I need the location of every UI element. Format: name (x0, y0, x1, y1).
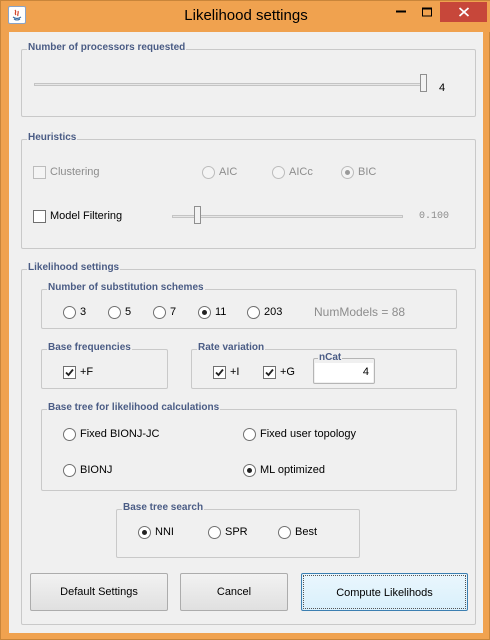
checkmark-icon (215, 368, 224, 377)
num-models-label: NumModels = 88 (314, 305, 406, 319)
filter-value: 0.100 (419, 211, 450, 222)
likelihood-settings-group: Likelihood settings Number of substituti… (21, 262, 476, 625)
scheme-7-label: 7 (170, 306, 177, 318)
processors-legend: Number of processors requested (27, 42, 187, 53)
likelihood-settings-window: Likelihood settings Number of processors… (0, 0, 490, 640)
model-filtering-checkbox[interactable] (33, 210, 46, 223)
plus-f-label: +F (80, 366, 94, 378)
plus-g-checkbox[interactable] (263, 366, 276, 379)
tree-search-group: Base tree search NNI SPR Best (116, 502, 360, 558)
processors-slider-track[interactable] (34, 83, 427, 86)
rate-variation-legend: Rate variation (197, 342, 266, 353)
compute-likelihoods-button[interactable]: Compute Likelihods (301, 573, 468, 611)
fixed-bionj-jc-label: Fixed BIONJ-JC (80, 428, 160, 440)
ml-optimized-label: ML optimized (260, 464, 326, 476)
maximize-button[interactable] (414, 2, 440, 22)
scheme-203-radio[interactable] (247, 306, 260, 319)
aic-label: AIC (219, 166, 238, 178)
ncat-input[interactable]: 4 (315, 363, 373, 382)
ml-optimized-radio[interactable] (243, 464, 256, 477)
base-frequencies-group: Base frequencies +F (41, 342, 168, 389)
spr-label: SPR (225, 526, 248, 538)
minimize-button[interactable] (387, 2, 414, 22)
cancel-button[interactable]: Cancel (180, 573, 288, 611)
scheme-5-label: 5 (125, 306, 132, 318)
checkmark-icon (265, 368, 274, 377)
minimize-icon (395, 10, 406, 13)
maximize-icon (422, 7, 432, 17)
bic-label: BIC (358, 166, 377, 178)
plus-g-label: +G (280, 366, 295, 378)
nni-radio[interactable] (138, 526, 151, 539)
fixed-user-topology-label: Fixed user topology (260, 428, 356, 440)
plus-f-checkbox[interactable] (63, 366, 76, 379)
tree-search-legend: Base tree search (122, 502, 205, 513)
substitution-schemes-group: Number of substitution schemes 3 5 7 11 … (41, 282, 457, 329)
ncat-group: nCat 4 (313, 352, 375, 384)
bionj-label: BIONJ (80, 464, 113, 476)
clustering-label: Clustering (50, 166, 100, 178)
plus-i-label: +I (230, 366, 240, 378)
base-frequencies-legend: Base frequencies (47, 342, 132, 353)
default-settings-button[interactable]: Default Settings (30, 573, 168, 611)
model-filtering-label: Model Filtering (50, 210, 123, 222)
clustering-checkbox[interactable] (33, 166, 46, 179)
heuristics-legend: Heuristics (27, 132, 78, 143)
ncat-legend: nCat (318, 352, 343, 363)
scheme-5-radio[interactable] (108, 306, 121, 319)
scheme-3-radio[interactable] (63, 306, 76, 319)
scheme-7-radio[interactable] (153, 306, 166, 319)
nni-label: NNI (155, 526, 174, 538)
checkmark-icon (65, 368, 74, 377)
likelihood-settings-legend: Likelihood settings (27, 262, 121, 273)
aicc-label: AICc (289, 166, 313, 178)
close-button[interactable] (440, 2, 487, 22)
close-icon (458, 7, 469, 17)
plus-i-checkbox[interactable] (213, 366, 226, 379)
heuristics-group: Heuristics Clustering AIC AICc BIC Model… (21, 132, 476, 249)
filter-slider-track[interactable] (172, 215, 403, 218)
title-bar[interactable]: Likelihood settings (1, 1, 490, 32)
scheme-11-radio[interactable] (198, 306, 211, 319)
spr-radio[interactable] (208, 526, 221, 539)
dialog-content: Number of processors requested 4 Heurist… (9, 32, 483, 633)
aic-radio[interactable] (202, 166, 215, 179)
processors-group: Number of processors requested 4 (21, 42, 476, 117)
processors-slider-thumb[interactable] (420, 74, 427, 92)
processors-value: 4 (439, 82, 446, 94)
bic-radio[interactable] (341, 166, 354, 179)
scheme-3-label: 3 (80, 306, 87, 318)
filter-slider-thumb[interactable] (194, 206, 201, 224)
fixed-user-topology-radio[interactable] (243, 428, 256, 441)
fixed-bionj-jc-radio[interactable] (63, 428, 76, 441)
rate-variation-group: Rate variation +I +G nCat 4 (191, 342, 457, 389)
scheme-203-label: 203 (264, 306, 283, 318)
base-tree-group: Base tree for likelihood calculations Fi… (41, 402, 457, 491)
scheme-11-label: 11 (215, 306, 227, 318)
base-tree-legend: Base tree for likelihood calculations (47, 402, 221, 413)
aicc-radio[interactable] (272, 166, 285, 179)
substitution-schemes-legend: Number of substitution schemes (47, 282, 205, 293)
bionj-radio[interactable] (63, 464, 76, 477)
compute-likelihoods-label: Compute Likelihods (303, 575, 466, 609)
best-radio[interactable] (278, 526, 291, 539)
best-label: Best (295, 526, 318, 538)
